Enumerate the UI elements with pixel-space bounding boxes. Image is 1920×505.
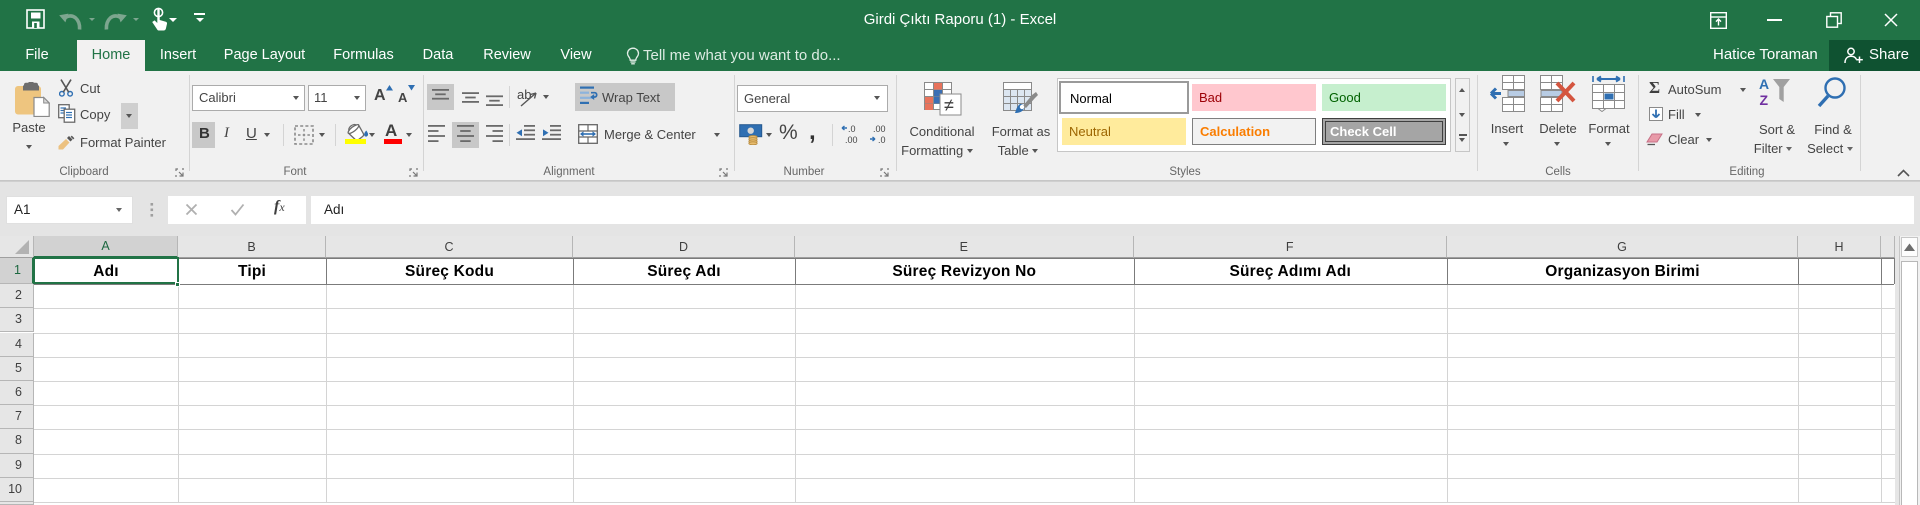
svg-text:≠: ≠ [944, 95, 954, 115]
svg-text:Z: Z [1760, 92, 1769, 106]
svg-text:.0: .0 [848, 124, 856, 134]
svg-text:.00: .00 [873, 124, 886, 134]
svg-text:ab: ab [517, 87, 531, 102]
svg-text:.00: .00 [845, 135, 858, 145]
svg-text:.0: .0 [878, 135, 886, 145]
svg-text:A: A [1759, 76, 1769, 92]
